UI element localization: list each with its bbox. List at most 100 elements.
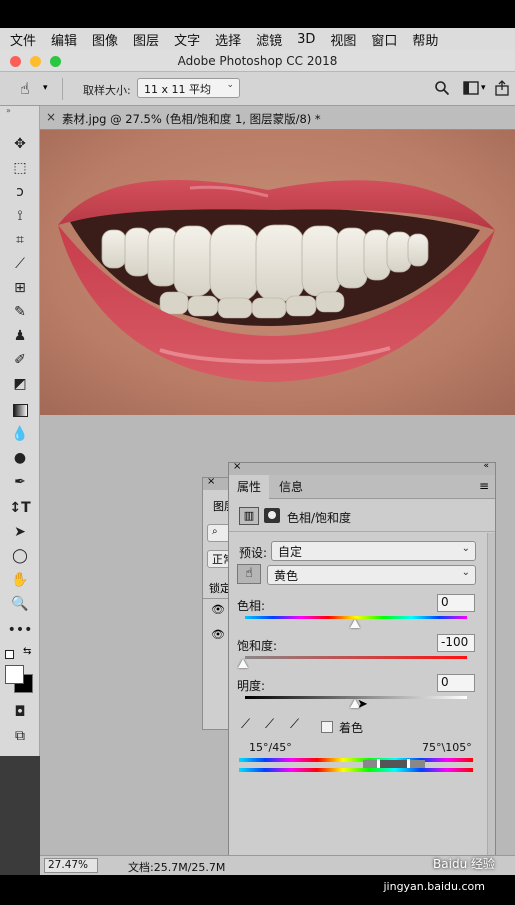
chevron-down-icon: ⌄ [226,80,234,90]
targeted-adjustment-hand-icon[interactable]: ☝ [237,564,261,584]
menu-select[interactable]: 选择 [215,30,241,49]
app-title: Adobe Photoshop CC 2018 [177,54,338,68]
ellipse-tool-icon[interactable]: ◯ [8,546,32,566]
close-tab-icon[interactable]: × [46,110,56,124]
workspace-icon[interactable] [463,81,479,95]
default-colors-icon[interactable] [5,650,14,659]
tab-info[interactable]: 信息 [271,475,311,499]
collapse-toolbar-icon[interactable]: » [6,106,11,115]
menu-view[interactable]: 视图 [330,30,356,49]
gradient-tool-icon[interactable] [8,400,32,420]
move-tool-icon[interactable]: ✥ [8,134,32,154]
search-icon[interactable] [434,80,450,96]
foreground-color-swatch[interactable] [5,665,24,684]
preset-select[interactable]: 自定 ⌄ [271,541,476,561]
sample-size-select[interactable]: 11 x 11 平均 ⌄ [137,78,240,98]
close-panel-icon[interactable]: × [207,476,215,487]
layer-visibility-eye-icon[interactable]: 👁 [211,628,225,641]
blur-tool-icon[interactable]: 💧 [8,424,32,444]
hue-slider-thumb[interactable] [350,619,360,628]
more-tools-icon[interactable]: ••• [8,620,33,640]
quick-mask-icon[interactable]: ◘ [8,702,32,722]
type-tool-icon[interactable]: ↕T [8,498,32,518]
preset-label: 预设: [239,546,268,560]
document-tab[interactable]: × 素材.jpg @ 27.5% (色相/饱和度 1, 图层蒙版/8) * [40,106,515,130]
history-brush-tool-icon[interactable]: ✐ [8,350,32,370]
path-selection-tool-icon[interactable]: ➤ [8,522,32,542]
saturation-input[interactable]: -100 [437,634,475,652]
sample-size-label: 取样大小: [83,84,131,97]
close-panel-icon[interactable]: × [233,461,241,472]
healing-brush-tool-icon[interactable]: ⊞ [8,278,32,298]
menu-edit[interactable]: 编辑 [51,30,77,49]
brush-tool-icon[interactable]: ✎ [8,302,32,322]
menu-3d[interactable]: 3D [297,32,315,47]
hand-tool-icon[interactable]: ✋ [8,570,32,590]
search-icon: ⌕ [212,526,218,537]
baidu-watermark: Baidu 经验 [433,857,495,871]
mouse-cursor-icon: ➤ [357,697,368,712]
eyedropper-icon[interactable]: ⟋ [241,717,250,732]
chevron-down-icon: ⌄ [461,543,470,554]
layer-mask-icon[interactable] [264,508,280,523]
layer-visibility-eye-icon[interactable]: 👁 [211,603,225,616]
document-image[interactable] [40,130,515,415]
screen-mode-icon[interactable]: ⧉ [8,726,32,746]
crop-tool-icon[interactable]: ⌗ [8,230,32,250]
menu-window[interactable]: 窗口 [371,30,397,49]
pen-tool-icon[interactable]: ✒ [8,472,32,492]
properties-scrollbar[interactable] [487,533,495,863]
saturation-slider-thumb[interactable] [238,659,248,668]
dodge-tool-icon[interactable]: ● [8,448,32,468]
eyedropper-subtract-icon[interactable]: ⟋ [290,717,299,732]
photoshop-window: 文件 编辑 图像 图层 文字 选择 滤镜 3D 视图 窗口 帮助 Adobe P… [0,0,515,905]
gradient-swatch-icon [12,403,28,417]
zoom-level-field[interactable]: 27.47% [44,858,98,873]
panel-menu-icon[interactable]: ≡ [479,479,489,493]
hand-icon[interactable]: ☝ [20,79,30,98]
menu-image[interactable]: 图像 [92,30,118,49]
top-letterbox [0,0,515,28]
tools-panel: » ✥ ⬚ ↄ ⟟ ⌗ ⟋ ⊞ ✎ ♟ ✐ ◩ 💧 ● ✒ ↕T ➤ ◯ ✋ 🔍… [0,106,40,756]
menu-help[interactable]: 帮助 [412,30,438,49]
document-size[interactable]: 文档:25.7M/25.7M [128,859,225,875]
marquee-tool-icon[interactable]: ⬚ [8,158,32,178]
quick-selection-tool-icon[interactable]: ⟟ [8,206,32,226]
swap-colors-icon[interactable]: ⇆ [23,646,31,657]
zoom-tool-icon[interactable]: 🔍 [8,594,32,614]
eraser-tool-icon[interactable]: ◩ [8,374,32,394]
channel-value: 黄色 [274,569,299,583]
color-bar-top [239,758,473,762]
saturation-slider-track[interactable] [245,656,467,659]
options-bar: ☝ ▾ 取样大小: 11 x 11 平均 ⌄ ▾ [0,72,515,106]
preset-value: 自定 [278,545,303,559]
adjustment-layer-icon[interactable]: ▥ [239,507,259,525]
range-center[interactable] [379,760,407,768]
smile-photo [40,130,515,415]
eyedropper-tool-icon[interactable]: ⟋ [8,254,32,274]
collapse-panel-icon[interactable]: « [483,461,489,471]
clone-stamp-tool-icon[interactable]: ♟ [8,326,32,346]
watermark-url: jingyan.baidu.com [383,880,485,893]
hue-input[interactable]: 0 [437,594,475,612]
properties-panel: × « 属性 信息 ≡ ▥ 色相/饱和度 预设: 自定 ⌄ ☝ 黄色 ⌄ 色相: [228,461,496,875]
menu-type[interactable]: 文字 [174,30,200,49]
title-bar: Adobe Photoshop CC 2018 [0,50,515,72]
chevron-down-icon[interactable]: ▾ [43,83,48,93]
tab-properties[interactable]: 属性 [229,475,270,499]
menu-filter[interactable]: 滤镜 [256,30,282,49]
lasso-tool-icon[interactable]: ↄ [8,182,32,202]
lightness-label: 明度: [237,679,266,693]
lightness-input[interactable]: 0 [437,674,475,692]
menu-layer[interactable]: 图层 [133,30,159,49]
adjustment-title: 色相/饱和度 [287,511,352,525]
color-bar-bottom [239,768,473,772]
colorize-checkbox[interactable] [321,721,333,733]
eyedropper-add-icon[interactable]: ⟋ [265,717,274,732]
chevron-down-icon[interactable]: ▾ [481,83,486,93]
channel-select[interactable]: 黄色 ⌄ [267,565,476,585]
share-icon[interactable] [494,80,510,96]
range-selector[interactable] [363,759,425,769]
chevron-down-icon: ⌄ [461,567,470,578]
menu-file[interactable]: 文件 [10,30,36,49]
